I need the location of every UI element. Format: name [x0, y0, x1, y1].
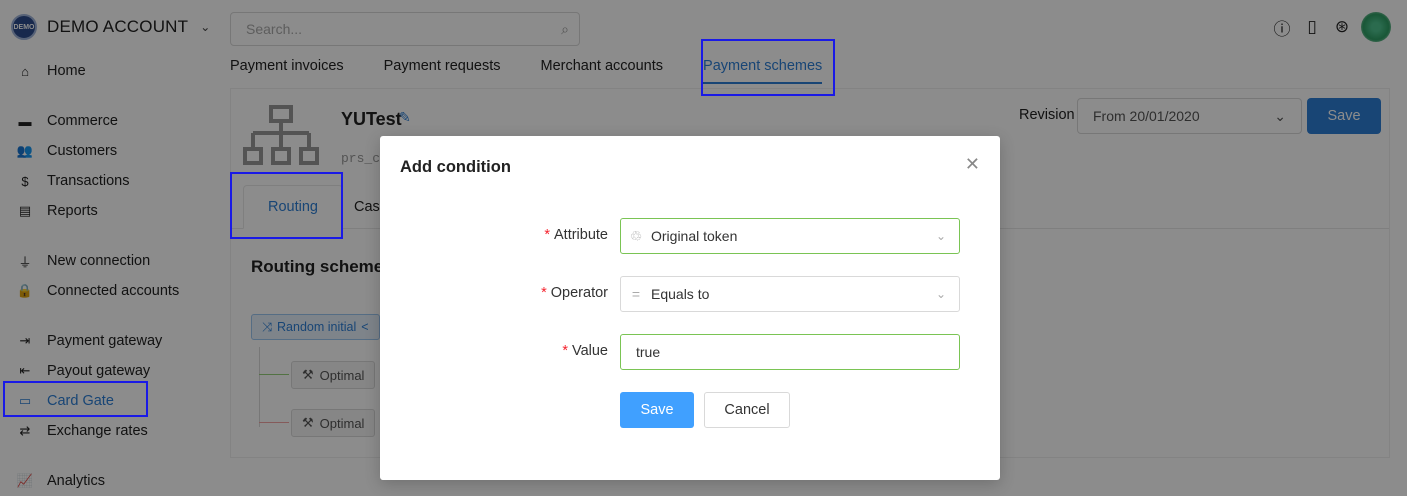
operator-row: * Operator = Equals to ⌄: [380, 276, 1000, 312]
chevron-down-icon: ⌄: [935, 287, 947, 301]
close-icon[interactable]: ✕: [965, 154, 980, 175]
dialog-title: Add condition: [400, 158, 511, 176]
value-text: true: [636, 344, 661, 360]
attribute-row: * Attribute ♲ Original token ⌄: [380, 218, 1000, 254]
attribute-value: Original token: [651, 228, 738, 244]
value-input[interactable]: true: [620, 334, 960, 370]
cancel-button[interactable]: Cancel: [704, 392, 790, 428]
operator-label: * Operator: [541, 285, 608, 301]
attribute-label: * Attribute: [544, 227, 608, 243]
recycle-icon: ♲: [629, 227, 643, 244]
value-row: * Value true: [380, 334, 1000, 370]
operator-select[interactable]: = Equals to ⌄: [620, 276, 960, 312]
equals-icon: =: [631, 286, 641, 302]
value-label: * Value: [562, 343, 608, 359]
add-condition-dialog: Add condition ✕ * Attribute ♲ Original to…: [380, 136, 1000, 480]
save-button[interactable]: Save: [620, 392, 694, 428]
operator-value: Equals to: [651, 286, 710, 302]
attribute-select[interactable]: ♲ Original token ⌄: [620, 218, 960, 254]
chevron-down-icon: ⌄: [935, 229, 947, 243]
